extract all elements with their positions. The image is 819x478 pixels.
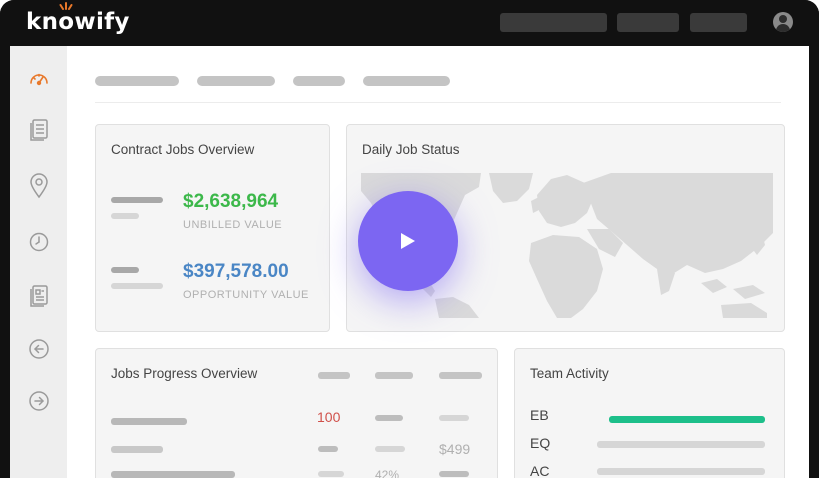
placeholder-bar [111, 267, 139, 273]
header-divider [95, 102, 781, 103]
logo-text-end: wify [74, 9, 130, 35]
arrow-right-circle-icon[interactable] [27, 389, 51, 413]
member-initials: EB [530, 407, 549, 423]
placeholder-bar [439, 471, 469, 477]
row-label-placeholder [111, 446, 163, 453]
placeholder-bar [318, 446, 338, 452]
opportunity-label: OPPORTUNITY VALUE [183, 289, 309, 301]
placeholder-bar [111, 283, 163, 289]
card-title: Contract Jobs Overview [111, 142, 255, 157]
clock-icon[interactable] [27, 230, 51, 254]
play-video-button[interactable] [358, 191, 458, 291]
row-value: 42% [375, 468, 400, 478]
placeholder-bar [318, 471, 344, 477]
breadcrumb-placeholder-3[interactable] [293, 76, 345, 86]
breadcrumb-placeholder-2[interactable] [197, 76, 275, 86]
breadcrumb-placeholder-1[interactable] [95, 76, 179, 86]
play-icon [401, 233, 415, 249]
documents-icon[interactable] [27, 118, 51, 142]
row-value: 100 [317, 409, 341, 425]
unbilled-value: $2,638,964 [183, 191, 279, 212]
location-pin-icon[interactable] [27, 173, 51, 199]
placeholder-bar [111, 197, 163, 203]
top-nav-placeholder-2[interactable] [617, 13, 679, 32]
sidebar [10, 46, 67, 478]
contract-jobs-card: Contract Jobs Overview $2,638,964 UNBILL… [95, 124, 330, 332]
breadcrumb-placeholder-4[interactable] [363, 76, 450, 86]
team-activity-card: Team Activity EB EQ AC [514, 348, 785, 478]
user-avatar-icon[interactable] [773, 12, 793, 32]
column-header-placeholder [439, 372, 482, 379]
placeholder-bar [375, 446, 405, 452]
row-label-placeholder [111, 471, 235, 478]
card-title: Daily Job Status [362, 142, 460, 157]
column-header-placeholder [318, 372, 350, 379]
row-label-placeholder [111, 418, 187, 425]
jobs-progress-card: Jobs Progress Overview 100 $499 42% [95, 348, 498, 478]
placeholder-bar [111, 213, 139, 219]
unbilled-label: UNBILLED VALUE [183, 219, 283, 231]
app-window: kn owify Contract Jobs Overview $2,638,9… [0, 0, 819, 478]
member-initials: EQ [530, 435, 551, 451]
activity-bar [597, 441, 765, 448]
top-bar: kn owify [0, 0, 819, 46]
card-title: Team Activity [530, 366, 609, 381]
placeholder-bar [439, 415, 469, 421]
card-title: Jobs Progress Overview [111, 366, 258, 381]
dashboard-icon[interactable] [27, 67, 51, 91]
column-header-placeholder [375, 372, 413, 379]
opportunity-value: $397,578.00 [183, 261, 289, 282]
logo-text-start: kn [26, 9, 59, 35]
logo-o: o [58, 2, 74, 35]
logo-sun-rays-icon [59, 2, 73, 10]
knowify-logo[interactable]: kn owify [26, 2, 130, 35]
top-nav-placeholder-3[interactable] [690, 13, 747, 32]
row-value: $499 [439, 441, 471, 457]
placeholder-bar [375, 415, 403, 421]
top-nav-placeholder-1[interactable] [500, 13, 607, 32]
report-icon[interactable] [27, 284, 51, 308]
activity-bar-active [609, 416, 765, 423]
activity-bar [597, 468, 765, 475]
arrow-left-circle-icon[interactable] [27, 337, 51, 361]
member-initials: AC [530, 463, 550, 478]
